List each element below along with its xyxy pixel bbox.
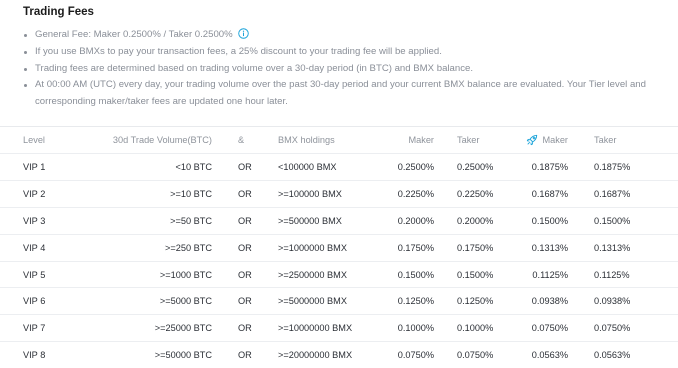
cell-bmx: >=100000 BMX bbox=[278, 188, 342, 199]
cell-level: VIP 4 bbox=[23, 242, 46, 253]
cell-maker: 0.2500% bbox=[397, 161, 434, 172]
cell-level: VIP 7 bbox=[23, 323, 46, 334]
cell-or: OR bbox=[238, 269, 252, 280]
cell-maker: 0.2000% bbox=[397, 215, 434, 226]
header-volume: 30d Trade Volume(BTC) bbox=[112, 135, 212, 145]
cell-volume: >=250 BTC bbox=[165, 242, 212, 253]
cell-discount-taker: 0.1875% bbox=[594, 161, 631, 172]
cell-bmx: >=10000000 BMX bbox=[278, 323, 353, 334]
note-daily-evaluation: At 00:00 AM (UTC) every day, your tradin… bbox=[23, 77, 663, 111]
table-row: VIP 2 >=10 BTC OR >=100000 BMX 0.2250% 0… bbox=[0, 181, 678, 208]
cell-level: VIP 5 bbox=[23, 269, 46, 280]
cell-bmx: >=500000 BMX bbox=[278, 215, 342, 226]
cell-or: OR bbox=[238, 161, 252, 172]
cell-discount-taker: 0.0563% bbox=[594, 350, 631, 361]
cell-bmx: >=1000000 BMX bbox=[278, 242, 347, 253]
note-bmx-discount: If you use BMXs to pay your transaction … bbox=[23, 44, 663, 61]
cell-level: VIP 8 bbox=[23, 350, 46, 361]
section-title: Trading Fees bbox=[23, 6, 94, 18]
cell-taker: 0.2500% bbox=[457, 161, 494, 172]
cell-or: OR bbox=[238, 215, 252, 226]
header-maker: Maker bbox=[408, 135, 434, 145]
note-text: General Fee: Maker 0.2500% / Taker 0.250… bbox=[35, 29, 233, 40]
cell-maker: 0.1750% bbox=[397, 242, 434, 253]
cell-discount-taker: 0.1687% bbox=[594, 188, 631, 199]
cell-maker: 0.1500% bbox=[397, 269, 434, 280]
cell-discount-maker: 0.1125% bbox=[532, 269, 568, 280]
fee-table: Level 30d Trade Volume(BTC) & BMX holdin… bbox=[0, 127, 678, 368]
cell-discount-maker: 0.0563% bbox=[531, 350, 568, 361]
cell-discount-taker: 0.1125% bbox=[594, 269, 630, 280]
table-header-row: Level 30d Trade Volume(BTC) & BMX holdin… bbox=[0, 127, 678, 154]
cell-level: VIP 6 bbox=[23, 296, 46, 307]
cell-discount-taker: 0.1500% bbox=[594, 215, 631, 226]
cell-bmx: <100000 BMX bbox=[278, 161, 337, 172]
cell-taker: 0.2250% bbox=[457, 188, 494, 199]
cell-taker: 0.1000% bbox=[457, 323, 494, 334]
note-general-fee: General Fee: Maker 0.2500% / Taker 0.250… bbox=[23, 27, 663, 44]
table-row: VIP 4 >=250 BTC OR >=1000000 BMX 0.1750%… bbox=[0, 235, 678, 262]
cell-bmx: >=20000000 BMX bbox=[278, 350, 353, 361]
header-discount-maker-label: Maker bbox=[542, 135, 568, 145]
cell-level: VIP 3 bbox=[23, 215, 46, 226]
table-row: VIP 3 >=50 BTC OR >=500000 BMX 0.2000% 0… bbox=[0, 208, 678, 235]
cell-or: OR bbox=[238, 323, 252, 334]
cell-volume: >=50000 BTC bbox=[154, 350, 212, 361]
cell-taker: 0.1750% bbox=[457, 242, 494, 253]
cell-discount-taker: 0.0938% bbox=[594, 296, 631, 307]
cell-or: OR bbox=[238, 296, 252, 307]
cell-discount-maker: 0.1687% bbox=[531, 188, 568, 199]
cell-or: OR bbox=[238, 188, 252, 199]
cell-taker: 0.1250% bbox=[457, 296, 494, 307]
cell-discount-taker: 0.0750% bbox=[594, 323, 631, 334]
cell-volume: >=50 BTC bbox=[170, 215, 212, 226]
header-taker: Taker bbox=[457, 135, 480, 145]
table-row: VIP 6 >=5000 BTC OR >=5000000 BMX 0.1250… bbox=[0, 288, 678, 316]
cell-taker: 0.1500% bbox=[457, 269, 494, 280]
cell-discount-maker: 0.0938% bbox=[531, 296, 568, 307]
header-discount-taker: Taker bbox=[594, 135, 617, 145]
cell-bmx: >=5000000 BMX bbox=[278, 296, 347, 307]
header-and: & bbox=[238, 135, 245, 145]
cell-discount-maker: 0.0750% bbox=[531, 323, 568, 334]
cell-maker: 0.0750% bbox=[397, 350, 434, 361]
cell-volume: <10 BTC bbox=[175, 161, 212, 172]
cell-discount-maker: 0.1500% bbox=[531, 215, 568, 226]
cell-bmx: >=2500000 BMX bbox=[278, 269, 347, 280]
cell-or: OR bbox=[238, 350, 252, 361]
cell-maker: 0.1250% bbox=[397, 296, 434, 307]
table-row: VIP 1 <10 BTC OR <100000 BMX 0.2500% 0.2… bbox=[0, 154, 678, 181]
cell-discount-maker: 0.1875% bbox=[531, 161, 568, 172]
cell-maker: 0.2250% bbox=[397, 188, 434, 199]
cell-or: OR bbox=[238, 242, 252, 253]
cell-taker: 0.0750% bbox=[457, 350, 494, 361]
cell-discount-taker: 0.1313% bbox=[594, 242, 631, 253]
table-row: VIP 7 >=25000 BTC OR >=10000000 BMX 0.10… bbox=[0, 315, 678, 343]
table-row: VIP 8 >=50000 BTC OR >=20000000 BMX 0.07… bbox=[0, 342, 678, 368]
cell-volume: >=1000 BTC bbox=[159, 269, 212, 280]
cell-volume: >=10 BTC bbox=[170, 188, 212, 199]
header-bmx-holdings: BMX holdings bbox=[278, 135, 335, 145]
cell-level: VIP 1 bbox=[23, 161, 46, 172]
cell-taker: 0.2000% bbox=[457, 215, 494, 226]
cell-maker: 0.1000% bbox=[397, 323, 434, 334]
header-level: Level bbox=[23, 135, 45, 145]
cell-volume: >=25000 BTC bbox=[154, 323, 212, 334]
info-circle-icon[interactable] bbox=[237, 28, 249, 39]
rocket-icon bbox=[527, 134, 538, 146]
header-discount-maker: Maker bbox=[526, 127, 568, 153]
cell-discount-maker: 0.1313% bbox=[531, 242, 568, 253]
table-row: VIP 5 >=1000 BTC OR >=2500000 BMX 0.1500… bbox=[0, 262, 678, 289]
note-volume-period: Trading fees are determined based on tra… bbox=[23, 61, 663, 78]
cell-volume: >=5000 BTC bbox=[159, 296, 212, 307]
cell-level: VIP 2 bbox=[23, 188, 46, 199]
fee-notes-list: General Fee: Maker 0.2500% / Taker 0.250… bbox=[23, 27, 663, 111]
